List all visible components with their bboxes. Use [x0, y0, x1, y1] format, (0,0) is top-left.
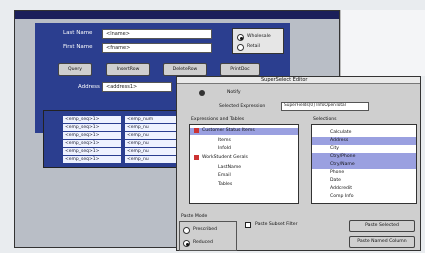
tree-item[interactable]: InfoId: [218, 146, 231, 151]
dialog-titlebar: SuperSelect Editor: [177, 77, 420, 84]
selection-label: Ctry/Phone: [330, 154, 356, 159]
selection-label: Addcredit: [330, 186, 353, 191]
selection-item[interactable]: Phone: [312, 169, 416, 177]
first-name-field[interactable]: <fname>: [102, 43, 212, 53]
selection-label: Comp Info: [330, 194, 354, 199]
employee-grid: <emp_seq>1> <emp_num <emp_seq>1> <emp_nu…: [43, 110, 181, 168]
radio-reduced[interactable]: [183, 240, 190, 247]
selection-label: Ctry/Name: [330, 162, 355, 167]
print-doc-button[interactable]: PrintDoc: [220, 63, 260, 76]
tree-header: Expressions and Tables: [191, 117, 245, 122]
selection-item[interactable]: Address: [312, 137, 416, 145]
selections-list[interactable]: Calculate Address City Ctry/Phone Ctry/N…: [311, 124, 417, 204]
paste-selected-button[interactable]: Paste Selected: [349, 220, 415, 232]
selection-item[interactable]: Comp Info: [312, 193, 416, 201]
insert-row-button[interactable]: InsertRow: [106, 63, 150, 76]
selected-expression-label: Selected Expression: [219, 104, 266, 109]
radio-prescribed[interactable]: [183, 227, 190, 234]
paste-subset-label: Paste Subset Filter: [255, 222, 298, 227]
selection-item[interactable]: Ctry/Phone: [312, 153, 416, 161]
tree-item[interactable]: Customer Status Items: [202, 128, 255, 133]
expression-tree[interactable]: Customer Status Items Items InfoId WorkS…: [189, 124, 299, 204]
address-label: Address: [78, 84, 100, 90]
last-name-label: Last Name: [63, 30, 93, 36]
notify-label: Notify: [227, 90, 241, 95]
customer-type-box: Wholesale Retail: [232, 28, 284, 54]
selected-expression-field[interactable]: SuperFields[0] InfoOpenTotal: [281, 102, 369, 111]
background-panel: [340, 10, 425, 76]
superselect-editor-dialog: SuperSelect Editor Notify Selected Expre…: [176, 76, 421, 251]
address-field[interactable]: <address1>: [102, 82, 172, 92]
paste-mode-group: Prescribed Reduced: [179, 221, 237, 251]
delete-row-button[interactable]: DeleteRow: [163, 63, 207, 76]
selection-label: Date: [330, 178, 341, 183]
selection-item[interactable]: Addcredit: [312, 185, 416, 193]
dialog-title: SuperSelect Editor: [261, 77, 308, 83]
tree-node-icon: [194, 155, 199, 160]
first-name-label: First Name: [63, 44, 93, 50]
form-titlebar: [15, 11, 339, 19]
selections-header: Selections: [313, 117, 337, 122]
radio-retail[interactable]: [237, 44, 244, 51]
selection-label: Calculate: [330, 130, 352, 135]
tree-item[interactable]: WorkStudent Gerals: [202, 155, 248, 160]
radio-wholesale[interactable]: [237, 34, 244, 41]
selection-label: Phone: [330, 170, 345, 175]
grid-cell[interactable]: <emp_seq>1>: [62, 155, 122, 164]
selection-item[interactable]: Ctry/Name: [312, 161, 416, 169]
radio-retail-label: Retail: [247, 44, 260, 49]
selection-item[interactable]: Calculate: [312, 129, 416, 137]
grid-cell[interactable]: <emp_nu: [124, 155, 178, 164]
radio-reduced-label: Reduced: [193, 240, 213, 245]
paste-mode-label: Paste Mode: [181, 214, 208, 219]
selection-item[interactable]: Date: [312, 177, 416, 185]
paste-named-column-button[interactable]: Paste Named Column: [349, 236, 415, 248]
last-name-field[interactable]: <lname>: [102, 29, 212, 39]
paste-subset-checkbox[interactable]: [245, 222, 251, 228]
tree-node-icon: [194, 128, 199, 133]
radio-prescribed-label: Prescribed: [193, 227, 218, 232]
tree-item[interactable]: Items: [218, 138, 231, 143]
radio-wholesale-label: Wholesale: [247, 34, 271, 39]
selection-item[interactable]: City: [312, 145, 416, 153]
selection-label: Address: [330, 138, 349, 143]
query-button[interactable]: Query: [58, 63, 92, 76]
tree-item[interactable]: LastName: [218, 165, 241, 170]
selection-label: City: [330, 146, 340, 151]
tree-item[interactable]: Tables: [218, 182, 232, 187]
tree-item[interactable]: Email: [218, 173, 231, 178]
notify-icon: [199, 90, 205, 96]
